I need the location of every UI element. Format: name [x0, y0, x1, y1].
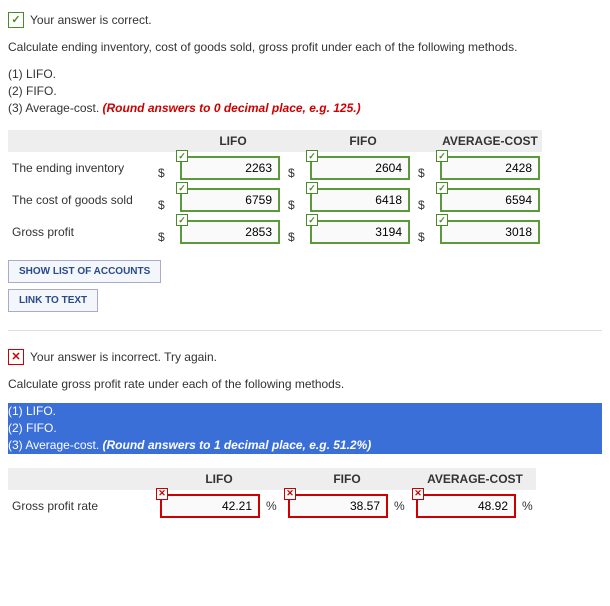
value-input-lifo[interactable] — [180, 188, 280, 212]
section-divider — [8, 330, 602, 331]
rate-input-fifo[interactable] — [288, 494, 388, 518]
methods-list-2: (1) LIFO. (2) FIFO. (3) Average-cost. (R… — [8, 403, 602, 453]
round-note-2: (Round answers to 1 decimal place, e.g. … — [103, 438, 372, 452]
value-input-avg[interactable] — [440, 188, 540, 212]
methods-list: (1) LIFO. (2) FIFO. (3) Average-cost. (R… — [8, 66, 602, 116]
check-icon: ✓ — [306, 214, 318, 226]
cross-icon: ✕ — [284, 488, 296, 500]
currency-label: $ — [418, 152, 438, 184]
prompt-text: Calculate ending inventory, cost of good… — [8, 40, 602, 54]
check-icon: ✓ — [436, 182, 448, 194]
currency-label: $ — [288, 152, 308, 184]
rate-table: LIFO FIFO AVERAGE-COST Gross profit rate… — [8, 468, 536, 522]
status-text-2: Your answer is incorrect. Try again. — [30, 350, 217, 364]
check-icon: ✓ — [176, 214, 188, 226]
method-3: (3) Average-cost. (Round answers to 0 de… — [8, 100, 602, 117]
check-icon: ✓ — [176, 150, 188, 162]
cross-icon: ✕ — [412, 488, 424, 500]
results-table: LIFO FIFO AVERAGE-COST The ending invent… — [8, 130, 542, 248]
check-icon: ✓ — [176, 182, 188, 194]
row-label: Gross profit rate — [8, 490, 158, 522]
currency-label: $ — [158, 216, 178, 248]
status-wrong-icon: ✕ — [8, 349, 24, 365]
round-note: (Round answers to 0 decimal place, e.g. … — [103, 101, 361, 115]
check-icon: ✓ — [306, 182, 318, 194]
row-label: The cost of goods sold — [8, 184, 158, 216]
currency-label: $ — [418, 184, 438, 216]
currency-label: $ — [288, 216, 308, 248]
col-header-avg-2: AVERAGE-COST — [414, 468, 536, 490]
check-icon: ✓ — [436, 150, 448, 162]
currency-label: $ — [158, 152, 178, 184]
col-header-fifo: FIFO — [308, 130, 418, 152]
currency-label: $ — [288, 184, 308, 216]
row-label: Gross profit — [8, 216, 158, 248]
value-input-avg[interactable] — [440, 220, 540, 244]
rate-input-lifo[interactable] — [160, 494, 260, 518]
show-accounts-button[interactable]: SHOW LIST OF ACCOUNTS — [8, 260, 161, 283]
col-header-avg: AVERAGE-COST — [438, 130, 542, 152]
prompt-text-2: Calculate gross profit rate under each o… — [8, 377, 602, 391]
status-correct-icon: ✓ — [8, 12, 24, 28]
cross-icon: ✕ — [156, 488, 168, 500]
row-label: The ending inventory — [8, 152, 158, 184]
check-icon: ✓ — [306, 150, 318, 162]
value-input-lifo[interactable] — [180, 156, 280, 180]
pct-label: % — [390, 490, 408, 522]
col-header-lifo: LIFO — [178, 130, 288, 152]
check-icon: ✓ — [436, 214, 448, 226]
rate-input-avg[interactable] — [416, 494, 516, 518]
method-3: (3) Average-cost. (Round answers to 1 de… — [8, 437, 602, 454]
col-header-lifo-2: LIFO — [158, 468, 280, 490]
value-input-lifo[interactable] — [180, 220, 280, 244]
value-input-fifo[interactable] — [310, 156, 410, 180]
value-input-fifo[interactable] — [310, 220, 410, 244]
value-input-avg[interactable] — [440, 156, 540, 180]
currency-label: $ — [418, 216, 438, 248]
pct-label: % — [518, 490, 536, 522]
method-1: (1) LIFO. — [8, 403, 602, 420]
col-header-fifo-2: FIFO — [286, 468, 408, 490]
link-to-text-button[interactable]: LINK TO TEXT — [8, 289, 98, 312]
value-input-fifo[interactable] — [310, 188, 410, 212]
method-2: (2) FIFO. — [8, 83, 602, 100]
method-1: (1) LIFO. — [8, 66, 602, 83]
status-text: Your answer is correct. — [30, 13, 152, 27]
pct-label: % — [262, 490, 280, 522]
currency-label: $ — [158, 184, 178, 216]
method-2: (2) FIFO. — [8, 420, 602, 437]
